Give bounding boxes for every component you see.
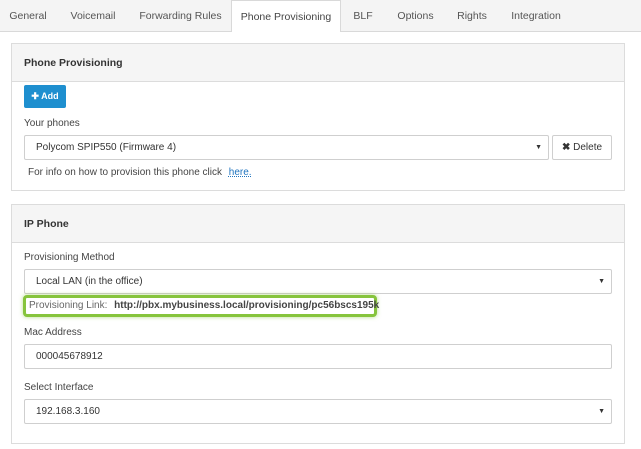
provisioning-link-value[interactable]: http://pbx.mybusiness.local/provisioning… bbox=[114, 300, 379, 311]
tab-phone-provisioning[interactable]: Phone Provisioning bbox=[231, 0, 341, 33]
mac-label: Mac Address bbox=[24, 327, 82, 338]
caret-down-icon: ▼ bbox=[535, 144, 542, 151]
tab-integration[interactable]: Integration bbox=[498, 0, 574, 32]
info-link[interactable]: here. bbox=[229, 167, 252, 178]
panel-title: Phone Provisioning bbox=[12, 44, 624, 82]
panel-title: IP Phone bbox=[12, 205, 624, 243]
caret-down-icon: ▼ bbox=[598, 278, 605, 285]
delete-label: Delete bbox=[573, 142, 603, 153]
tab-content: Phone Provisioning ✚ Add Your phones Pol… bbox=[0, 32, 641, 449]
tab-options[interactable]: Options bbox=[385, 0, 446, 32]
phone-select[interactable]: Polycom SPIP550 (Firmware 4) ▼ bbox=[24, 135, 549, 160]
mac-value: 000045678912 bbox=[36, 351, 103, 362]
caret-down-icon: ▼ bbox=[598, 408, 605, 415]
method-label: Provisioning Method bbox=[24, 252, 115, 263]
provisioning-link-box: Provisioning Link: http://pbx.mybusiness… bbox=[23, 295, 379, 317]
tab-forwarding-rules[interactable]: Forwarding Rules bbox=[130, 0, 231, 32]
delete-phone-button[interactable]: ✖ Delete bbox=[552, 135, 612, 160]
add-phone-button[interactable]: ✚ Add bbox=[24, 85, 66, 108]
mac-address-input[interactable]: 000045678912 bbox=[24, 344, 612, 369]
interface-value: 192.168.3.160 bbox=[36, 406, 100, 417]
plus-icon: ✚ bbox=[31, 91, 39, 101]
interface-select[interactable]: 192.168.3.160 ▼ bbox=[24, 399, 612, 424]
provision-info: For info on how to provision this phone … bbox=[28, 167, 252, 178]
method-value: Local LAN (in the office) bbox=[36, 276, 143, 287]
tab-bar: General Voicemail Forwarding Rules Phone… bbox=[0, 0, 641, 33]
tab-blf[interactable]: BLF bbox=[341, 0, 385, 32]
your-phones-label: Your phones bbox=[24, 118, 80, 129]
provisioning-link-label: Provisioning Link: bbox=[29, 300, 108, 311]
tab-rights[interactable]: Rights bbox=[446, 0, 498, 32]
selected-phone: Polycom SPIP550 (Firmware 4) bbox=[36, 142, 177, 153]
tab-voicemail[interactable]: Voicemail bbox=[56, 0, 130, 32]
interface-label: Select Interface bbox=[24, 382, 94, 393]
x-icon: ✖ bbox=[561, 142, 571, 153]
phone-provisioning-panel: Phone Provisioning ✚ Add Your phones Pol… bbox=[11, 43, 625, 191]
info-text: For info on how to provision this phone … bbox=[28, 167, 222, 178]
add-label: Add bbox=[41, 91, 59, 101]
method-select[interactable]: Local LAN (in the office) ▼ bbox=[24, 269, 612, 294]
tab-general[interactable]: General bbox=[0, 0, 56, 32]
ip-phone-panel: IP Phone Provisioning Method Local LAN (… bbox=[11, 204, 625, 444]
